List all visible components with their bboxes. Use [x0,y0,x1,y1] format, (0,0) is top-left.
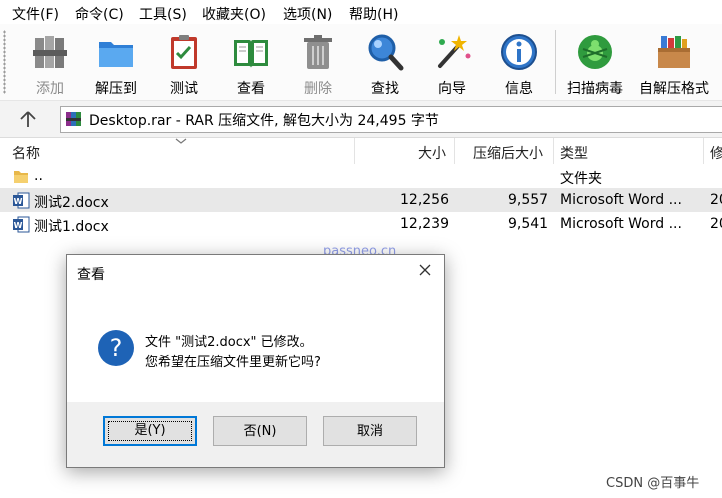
archive-path-text: Desktop.rar - RAR 压缩文件, 解包大小为 24,495 字节 [89,113,439,129]
no-button-label: 否(N) [243,424,277,439]
menu-tools[interactable]: 工具(S) [139,4,187,24]
extract-to-button[interactable]: 解压到 [84,28,148,98]
view-update-dialog: 查看 ? 文件 "测试2.docx" 已修改。 您希望在压缩文件里更新它吗? 是… [66,254,445,468]
toolbar: 添加 解压到 测试 查看 删除 查找 向导 信息 扫描病毒 自解压格式 [0,24,722,101]
list-item-file[interactable]: W 测试2.docx 12,256 9,557 Microsoft Word .… [0,188,722,212]
list-item-file[interactable]: W 测试1.docx 12,239 9,541 Microsoft Word .… [0,212,722,236]
dialog-message-line2: 您希望在压缩文件里更新它吗? [145,355,321,370]
address-bar: Desktop.rar - RAR 压缩文件, 解包大小为 24,495 字节 [0,101,722,138]
info-button[interactable]: 信息 [487,28,551,98]
column-type[interactable]: 类型 [560,143,588,163]
yes-button[interactable]: 是(Y) [103,416,197,446]
folder-icon [14,171,28,183]
wizard-label: 向导 [438,81,466,97]
column-packed[interactable]: 压缩后大小 [473,143,543,163]
menu-options[interactable]: 选项(N) [283,4,332,24]
file-name: 测试2.docx [34,195,109,211]
view-book-icon [234,40,268,68]
file-type: Microsoft Word ... [560,216,682,232]
test-button[interactable]: 测试 [152,28,216,98]
wizard-wand-icon [438,35,471,68]
view-label: 查看 [237,81,265,97]
delete-button[interactable]: 删除 [286,28,350,98]
delete-trash-icon [304,35,332,69]
menu-favorites[interactable]: 收藏夹(O) [202,4,266,24]
virus-scan-label: 扫描病毒 [567,81,623,97]
column-divider[interactable] [354,138,355,164]
virus-scan-button[interactable]: 扫描病毒 [563,28,627,98]
svg-text:W: W [14,197,23,206]
credit-text: CSDN @百事牛 [606,476,700,491]
menu-file[interactable]: 文件(F) [12,4,59,24]
file-packed-size: 9,541 [508,216,549,232]
close-icon[interactable] [416,261,434,279]
file-name: 测试1.docx [34,219,109,235]
add-label: 添加 [36,81,64,97]
file-name: .. [34,168,43,184]
sort-chevron-icon [175,138,187,144]
word-document-icon: W [13,216,30,233]
file-type: 文件夹 [560,171,602,187]
word-document-icon: W [13,192,30,209]
add-books-icon [33,36,67,68]
file-modified: 20 [710,192,722,208]
menu-help[interactable]: 帮助(H) [349,4,398,24]
file-modified: 20 [710,216,722,232]
focus-ring [108,421,192,441]
question-icon: ? [98,330,134,366]
address-field[interactable]: Desktop.rar - RAR 压缩文件, 解包大小为 24,495 字节 [60,106,722,133]
toolbar-grip[interactable] [3,30,6,94]
info-label: 信息 [505,81,533,97]
sfx-label: 自解压格式 [639,81,709,97]
file-size: 12,239 [400,216,449,232]
column-divider[interactable] [454,138,455,164]
info-icon [501,34,537,70]
column-header: 名称 大小 压缩后大小 类型 修 [0,138,722,164]
column-name[interactable]: 名称 [12,143,40,163]
find-button[interactable]: 查找 [353,28,417,98]
file-packed-size: 9,557 [508,192,549,208]
no-button[interactable]: 否(N) [213,416,307,446]
wizard-button[interactable]: 向导 [420,28,484,98]
extract-folder-icon [99,42,133,67]
rar-archive-icon [66,112,81,126]
up-arrow-icon[interactable] [18,109,38,129]
column-size[interactable]: 大小 [418,143,446,163]
file-type: Microsoft Word ... [560,192,682,208]
toolbar-separator [555,30,556,94]
cancel-button-label: 取消 [356,424,383,439]
dialog-footer: 是(Y) 否(N) 取消 [67,402,444,467]
sfx-button[interactable]: 自解压格式 [639,28,709,98]
column-divider[interactable] [703,138,704,164]
test-clipboard-icon [171,35,197,69]
menu-bar: 文件(F) 命令(C) 工具(S) 收藏夹(O) 选项(N) 帮助(H) [0,0,722,24]
list-item-parent-folder[interactable]: .. 文件夹 [0,164,722,188]
view-button[interactable]: 查看 [219,28,283,98]
dialog-message-line1: 文件 "测试2.docx" 已修改。 [145,335,313,350]
add-button[interactable]: 添加 [18,28,82,98]
dialog-title: 查看 [77,267,105,283]
svg-text:W: W [14,221,23,230]
sfx-box-icon [658,36,690,68]
virus-scan-icon [578,35,612,69]
column-divider[interactable] [553,138,554,164]
file-size: 12,256 [400,192,449,208]
find-label: 查找 [371,81,399,97]
cancel-button[interactable]: 取消 [323,416,417,446]
delete-label: 删除 [304,81,332,97]
column-modified[interactable]: 修 [710,143,722,163]
extract-to-label: 解压到 [95,81,137,97]
test-label: 测试 [170,81,198,97]
svg-text:?: ? [110,334,123,362]
menu-command[interactable]: 命令(C) [75,4,124,24]
find-magnifier-icon [368,34,404,71]
